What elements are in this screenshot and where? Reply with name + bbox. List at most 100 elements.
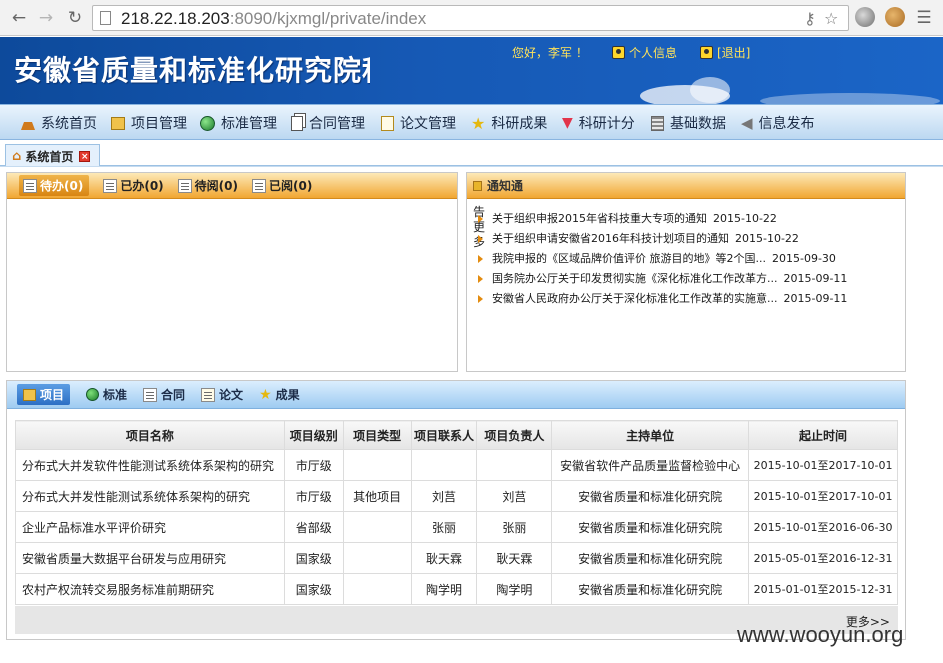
notice-panel: 通知通 告 更多 关于组织申报2015年省科技重大专项的通知 2015-10-22… (466, 172, 906, 372)
tab-read[interactable]: 已阅(0) (251, 177, 312, 194)
globe-icon (200, 115, 215, 131)
user-icon (612, 46, 625, 59)
app-title: 安徽省质量和标准化研究院科 (14, 54, 370, 87)
project-name-cell[interactable]: 分布式大并发软件性能测试系统体系架构的研究 (15, 449, 285, 481)
notice-item[interactable]: 国务院办公厅关于印发贯彻实施《深化标准化工作改革方... 2015-09-11 (473, 269, 901, 289)
table-row[interactable]: 安徽省质量大数据平台研发与应用研究 国家级 耿天霖 耿天霖 安徽省质量和标准化研… (15, 542, 898, 574)
notice-item[interactable]: 关于组织申报2015年省科技重大专项的通知 2015-10-22 (473, 209, 901, 229)
tab-contracts[interactable]: 合同 (143, 386, 185, 403)
menu-item-basic-data[interactable]: 基础数据 (651, 105, 726, 141)
menu-item-home[interactable]: 系统首页 (21, 105, 97, 141)
tab-strip: ⌂ 系统首页 × (0, 142, 943, 167)
notice-item[interactable]: 我院申报的《区域品牌价值评价 旅游目的地》等2个国... 2015-09-30 (473, 249, 901, 269)
menu-icon[interactable]: ☰ (913, 7, 935, 29)
project-contact-cell: 刘莒 (410, 480, 478, 512)
box-icon (23, 388, 36, 401)
tab-to-read[interactable]: 待阅(0) (177, 177, 238, 194)
bullet-arrow-icon (478, 235, 483, 243)
project-contact-cell: 张丽 (410, 511, 478, 543)
project-level-cell: 国家级 (283, 542, 344, 574)
project-type-cell (342, 511, 412, 543)
tab-done[interactable]: 已办(0) (103, 177, 164, 194)
tab-standards[interactable]: 标准 (86, 386, 127, 403)
table-row[interactable]: 分布式大并发软件性能测试系统体系架构的研究 市厅级 安徽省软件产品质量监督检验中… (15, 449, 898, 481)
period-cell: 2015-10-01至2016-06-30 (748, 511, 898, 543)
tab-home[interactable]: ⌂ 系统首页 × (5, 144, 100, 167)
project-name-cell[interactable]: 企业产品标准水平评价研究 (15, 511, 285, 543)
column-header[interactable]: 项目联系人 (410, 420, 478, 450)
notice-title: 通知通 (473, 177, 523, 194)
logout-link[interactable]: [退出] (700, 44, 750, 61)
back-icon: ◀ (741, 114, 753, 132)
menu-item-scoring[interactable]: ▼ 科研计分 (562, 105, 635, 141)
tab-todo[interactable]: 待办(0) (19, 175, 90, 196)
host-unit-cell: 安徽省质量和标准化研究院 (551, 573, 750, 605)
menu-item-achievements[interactable]: ★ 科研成果 (471, 105, 547, 141)
reload-icon[interactable]: ↻ (64, 7, 86, 29)
close-icon[interactable]: × (79, 150, 91, 162)
menu-item-contracts[interactable]: 合同管理 (291, 105, 365, 141)
projects-header: 项目 标准 合同 论文 ★ 成果 (7, 381, 905, 409)
todo-icon (23, 178, 37, 193)
host-unit-cell: 安徽省质量和标准化研究院 (551, 480, 750, 512)
tab-papers[interactable]: 论文 (201, 386, 243, 403)
cookie-icon[interactable] (885, 7, 905, 27)
project-level-cell: 省部级 (283, 511, 344, 543)
host-unit-cell: 安徽省质量和标准化研究院 (551, 542, 750, 574)
document-icon (143, 387, 158, 402)
project-leader-cell: 刘莒 (476, 480, 553, 512)
menu-item-standards[interactable]: 标准管理 (200, 105, 277, 141)
star-icon: ★ (259, 386, 272, 403)
tab-projects[interactable]: 项目 (17, 384, 71, 405)
period-cell: 2015-01-01至2015-12-31 (748, 573, 898, 605)
tasks-header: 待办(0) 已办(0) 待阅(0) 已阅(0) (7, 173, 457, 199)
project-contact-cell: 陶学明 (410, 573, 478, 605)
notice-item[interactable]: 安徽省人民政府办公厅关于深化标准化工作改革的实施意... 2015-09-11 (473, 289, 901, 309)
box-icon (111, 116, 125, 130)
menu-item-papers[interactable]: 论文管理 (381, 105, 456, 141)
column-header[interactable]: 主持单位 (551, 420, 750, 450)
key-icon[interactable]: ⚷ (804, 10, 816, 28)
project-level-cell: 国家级 (283, 573, 344, 605)
project-leader-cell: 耿天霖 (476, 542, 553, 574)
column-header[interactable]: 项目负责人 (476, 420, 553, 450)
url-text[interactable]: 218.22.18.203:8090/kjxmgl/private/index (121, 9, 426, 29)
address-bar[interactable]: 218.22.18.203:8090/kjxmgl/private/index … (92, 5, 849, 31)
back-arrow-icon[interactable]: ← (8, 7, 30, 29)
project-contact-cell: 耿天霖 (410, 542, 478, 574)
table-header-row: 项目名称 项目级别 项目类型 项目联系人 项目负责人 主持单位 起止时间 (15, 420, 898, 450)
menu-item-projects[interactable]: 项目管理 (111, 105, 187, 141)
extension-globe-icon[interactable] (855, 7, 875, 27)
project-type-cell: 其他项目 (342, 480, 412, 512)
table-row[interactable]: 企业产品标准水平评价研究 省部级 张丽 张丽 安徽省质量和标准化研究院 2015… (15, 511, 898, 543)
to-read-icon (177, 178, 192, 193)
table-row[interactable]: 分布式大并发性能测试系统体系架构的研究 市厅级 其他项目 刘莒 刘莒 安徽省质量… (15, 480, 898, 512)
column-header[interactable]: 项目级别 (283, 420, 344, 450)
done-icon (103, 178, 118, 193)
project-leader-cell: 陶学明 (476, 573, 553, 605)
document-icon (291, 115, 303, 131)
notice-item[interactable]: 关于组织申请安徽省2016年科技计划项目的通知 2015-10-22 (473, 229, 901, 249)
globe-icon (86, 388, 100, 401)
bookmark-star-icon[interactable]: ☆ (824, 10, 838, 28)
menu-item-publish[interactable]: ◀ 信息发布 (741, 105, 815, 141)
forward-arrow-icon[interactable]: → (35, 7, 57, 29)
edit-icon (381, 115, 394, 131)
profile-link[interactable]: 个人信息 (612, 44, 677, 61)
tab-achievements[interactable]: ★ 成果 (259, 386, 300, 403)
projects-panel: 项目 标准 合同 论文 ★ 成果 项目名称 项目级别 项目类型 项目联系人 项目负… (6, 380, 906, 640)
host-unit-cell: 安徽省质量和标准化研究院 (551, 511, 750, 543)
projects-table: 项目名称 项目级别 项目类型 项目联系人 项目负责人 主持单位 起止时间 分布式… (15, 420, 898, 605)
home-icon (21, 122, 35, 130)
column-header[interactable]: 项目名称 (15, 420, 285, 450)
table-row[interactable]: 农村产权流转交易服务标准前期研究 国家级 陶学明 陶学明 安徽省质量和标准化研究… (15, 573, 898, 605)
column-header[interactable]: 项目类型 (342, 420, 412, 450)
project-name-cell[interactable]: 安徽省质量大数据平台研发与应用研究 (15, 542, 285, 574)
project-name-cell[interactable]: 农村产权流转交易服务标准前期研究 (15, 573, 285, 605)
project-contact-cell (410, 449, 478, 481)
user-icon (700, 46, 713, 59)
project-leader-cell (476, 449, 553, 481)
host-unit-cell: 安徽省软件产品质量监督检验中心 (551, 449, 750, 481)
column-header[interactable]: 起止时间 (748, 420, 898, 450)
project-name-cell[interactable]: 分布式大并发性能测试系统体系架构的研究 (15, 480, 285, 512)
